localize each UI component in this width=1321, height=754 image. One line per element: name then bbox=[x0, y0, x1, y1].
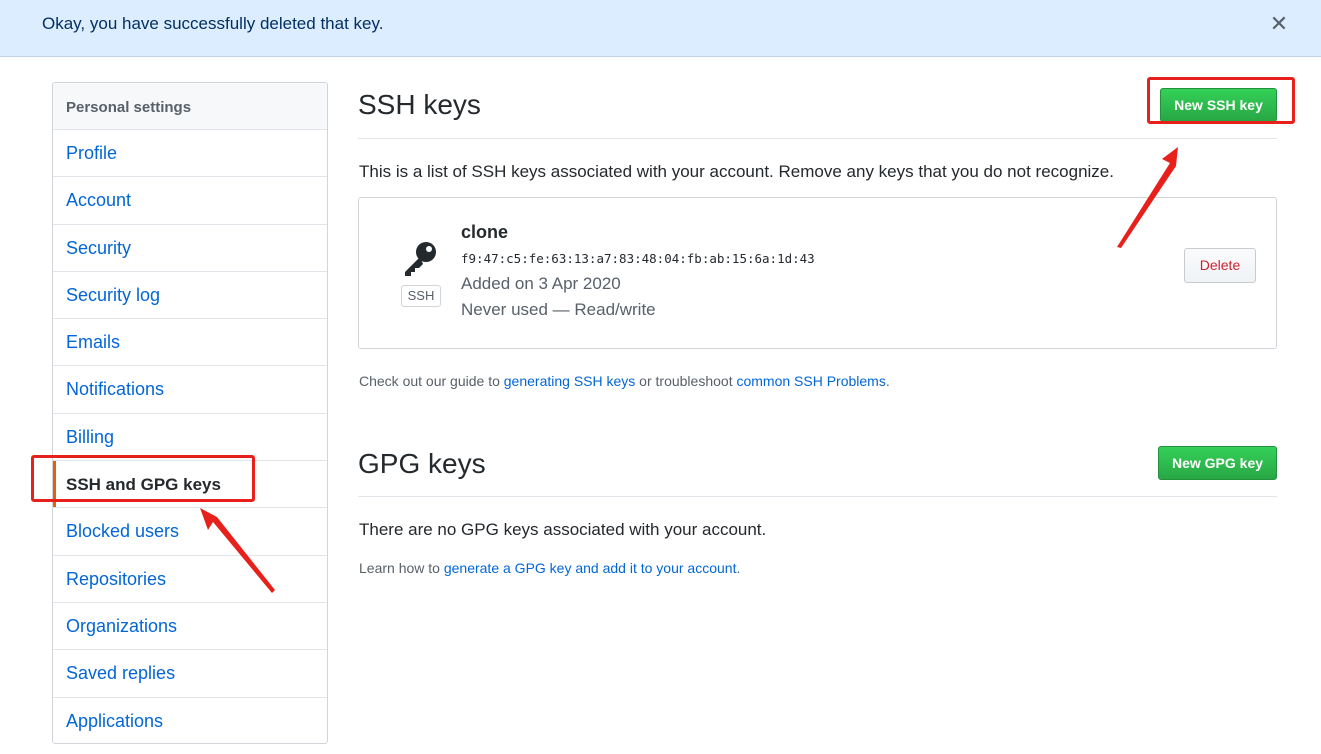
sidebar-heading: Personal settings bbox=[53, 83, 327, 130]
key-added-date: Added on 3 Apr 2020 bbox=[461, 274, 621, 293]
ssh-divider bbox=[358, 138, 1277, 139]
settings-sidebar: Personal settings Profile Account Securi… bbox=[52, 82, 328, 744]
sidebar-item-security-log[interactable]: Security log bbox=[53, 272, 327, 320]
ssh-keys-title: SSH keys bbox=[358, 89, 481, 120]
close-icon[interactable]: ✕ bbox=[1266, 10, 1292, 38]
ssh-help-suffix: . bbox=[885, 373, 890, 389]
gpg-keys-title: GPG keys bbox=[358, 448, 486, 479]
sidebar-item-billing[interactable]: Billing bbox=[53, 414, 327, 462]
sidebar-item-notifications[interactable]: Notifications bbox=[53, 366, 327, 414]
sidebar-item-repositories[interactable]: Repositories bbox=[53, 556, 327, 603]
gpg-help-suffix: . bbox=[736, 560, 741, 576]
flash-banner: Okay, you have successfully deleted that… bbox=[0, 0, 1321, 57]
ssh-help-middle: or troubleshoot bbox=[635, 373, 737, 389]
flash-message: Okay, you have successfully deleted that… bbox=[42, 14, 384, 33]
key-usage: Never used — Read/write bbox=[461, 300, 656, 319]
generate-gpg-key-link[interactable]: generate a GPG key and add it to your ac… bbox=[444, 560, 737, 576]
new-ssh-key-button[interactable]: New SSH key bbox=[1160, 88, 1277, 122]
gpg-help-prefix: Learn how to bbox=[359, 560, 444, 576]
sidebar-item-applications[interactable]: Applications bbox=[53, 698, 327, 743]
ssh-key-item: SSH clone f9:47:c5:fe:63:13:a7:83:48:04:… bbox=[358, 197, 1277, 349]
sidebar-item-saved-replies[interactable]: Saved replies bbox=[53, 650, 327, 698]
delete-key-button[interactable]: Delete bbox=[1184, 248, 1256, 283]
key-fingerprint: f9:47:c5:fe:63:13:a7:83:48:04:fb:ab:15:6… bbox=[461, 251, 815, 266]
gpg-help-text: Learn how to generate a GPG key and add … bbox=[359, 560, 740, 576]
common-ssh-problems-link[interactable]: common SSH Problems bbox=[736, 373, 885, 389]
ssh-description: This is a list of SSH keys associated wi… bbox=[359, 162, 1114, 181]
new-gpg-key-button[interactable]: New GPG key bbox=[1158, 446, 1277, 480]
gpg-empty-message: There are no GPG keys associated with yo… bbox=[359, 520, 767, 539]
sidebar-item-profile[interactable]: Profile bbox=[53, 130, 327, 178]
sidebar-item-organizations[interactable]: Organizations bbox=[53, 603, 327, 651]
sidebar-item-account[interactable]: Account bbox=[53, 177, 327, 225]
key-title: clone bbox=[461, 222, 509, 242]
ssh-help-text: Check out our guide to generating SSH ke… bbox=[359, 373, 890, 389]
sidebar-item-ssh-gpg-keys[interactable]: SSH and GPG keys bbox=[53, 461, 327, 509]
key-icon bbox=[405, 242, 436, 276]
sidebar-item-blocked-users[interactable]: Blocked users bbox=[53, 508, 327, 556]
generating-ssh-keys-link[interactable]: generating SSH keys bbox=[504, 373, 636, 389]
ssh-help-prefix: Check out our guide to bbox=[359, 373, 504, 389]
sidebar-item-security[interactable]: Security bbox=[53, 225, 327, 272]
gpg-divider bbox=[358, 496, 1277, 497]
key-type-label: SSH bbox=[401, 285, 441, 307]
sidebar-item-emails[interactable]: Emails bbox=[53, 319, 327, 367]
